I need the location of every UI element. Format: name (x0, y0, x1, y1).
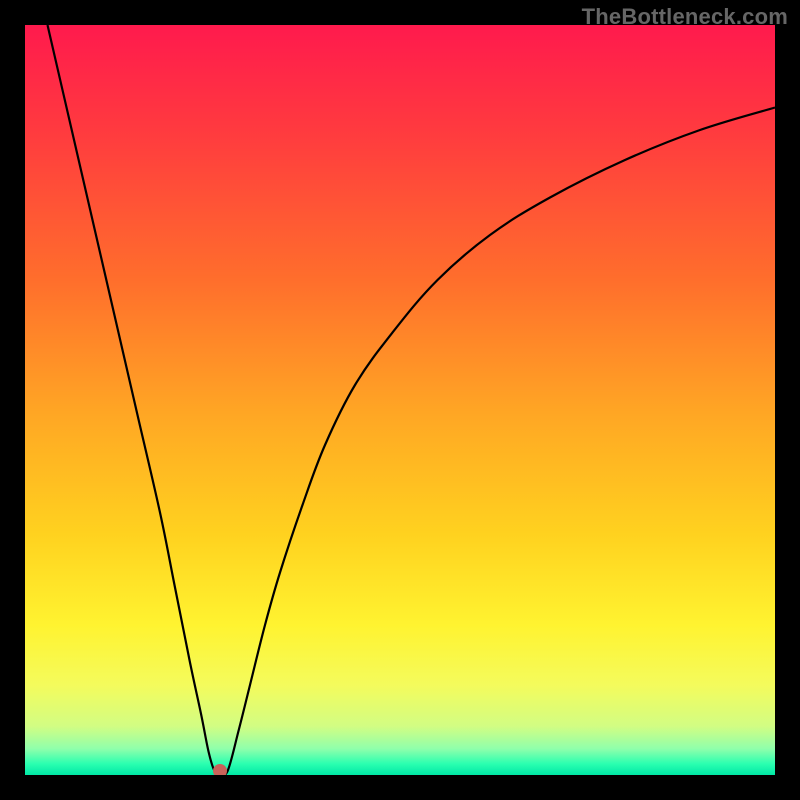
chart-frame: TheBottleneck.com (0, 0, 800, 800)
optimal-point-marker (213, 764, 227, 775)
plot-area (25, 25, 775, 775)
curve-path (48, 25, 776, 775)
bottleneck-curve (25, 25, 775, 775)
